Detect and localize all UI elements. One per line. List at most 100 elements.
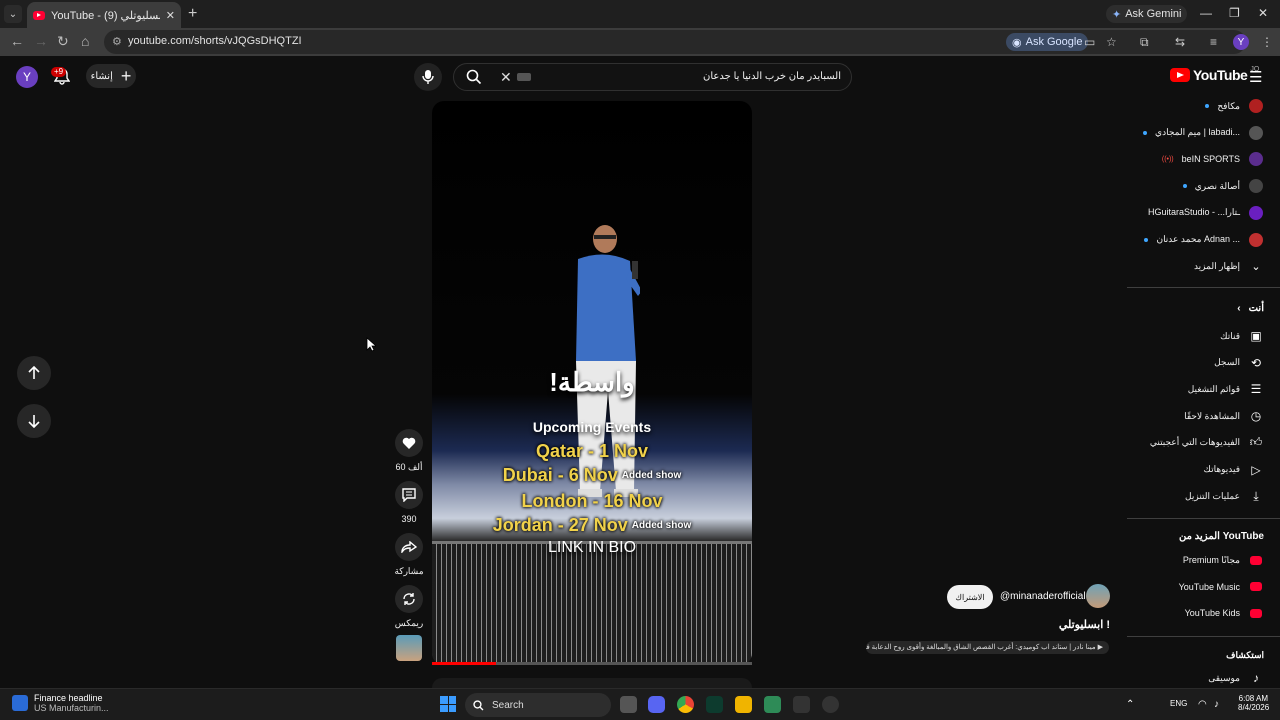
minimize-icon[interactable]: — (1200, 6, 1212, 20)
sidebar-more-item[interactable]: YouTube Kids (1185, 601, 1264, 625)
new-tab-button[interactable]: + (188, 5, 197, 23)
tray-overflow-icon[interactable]: ⌃ (1126, 699, 1134, 710)
event-line: Qatar - 1 Nov (432, 441, 752, 462)
sidebar-you-item[interactable]: الفيديوهات التي أعجبتني 👍︎ (1150, 431, 1264, 455)
remix-button[interactable] (395, 585, 423, 613)
sidebar-item-label: عمليات التنزيل (1185, 490, 1240, 501)
youtube-logo[interactable]: YouTube JO (1170, 66, 1259, 83)
remix-action[interactable]: ريمكس (395, 585, 423, 629)
restore-icon[interactable]: ❐ (1229, 6, 1240, 20)
guide-menu-icon[interactable]: ☰ (1249, 68, 1262, 86)
share-label: مشاركة (394, 566, 424, 576)
sidebar-subscription[interactable]: ميم المجادي | labadi... (1143, 121, 1264, 145)
search-icon[interactable] (466, 69, 482, 88)
sidebar-you-item[interactable]: فيديوهاتك ▷ (1204, 458, 1264, 482)
clock-icon: ◷ (1250, 409, 1262, 424)
file-explorer-icon[interactable] (735, 696, 752, 713)
video-progress-bar[interactable] (432, 662, 752, 665)
play-box-icon: ▷ (1251, 462, 1261, 477)
sidebar-more-item[interactable]: Premium مجانًا (1183, 548, 1264, 572)
terminal-app-icon[interactable] (706, 696, 723, 713)
sidebar-you-item[interactable]: السجل ⟲ (1214, 351, 1264, 375)
link-in-bio: LINK IN BIO (547, 539, 637, 556)
active-tab[interactable]: YouTube - ابسليوتلي (9) l ✕ (27, 2, 181, 28)
clock[interactable]: 6:08 AM 8/4/2026 (1238, 694, 1269, 712)
share-button[interactable] (395, 533, 423, 561)
audio-source-thumbnail[interactable] (396, 635, 422, 661)
sidebar-explore-item[interactable]: موسيقى ♪ (1208, 666, 1264, 690)
discord-icon[interactable] (648, 696, 665, 713)
voice-search-button[interactable] (414, 63, 442, 91)
site-info-icon[interactable]: ⚙ (112, 35, 122, 48)
sidebar-subscription[interactable]: أصالة نصري (1182, 174, 1264, 198)
music-attribution-pill[interactable]: ▶ مينا نادر | ستاند اب كوميدي: أغرب القص… (866, 641, 1109, 654)
sidebar-show-more[interactable]: إظهار المزيد ⌄ (1194, 254, 1264, 278)
extensions-icon[interactable]: ⧉ (1140, 35, 1149, 50)
event-line: Dubai - 6 Nov Added show (432, 465, 752, 486)
close-window-icon[interactable]: ✕ (1258, 6, 1268, 20)
tab-search-button[interactable]: ⌄ (4, 5, 22, 23)
sidebar-item-label: ميم المجادي | labadi... (1155, 127, 1240, 138)
ask-google-button[interactable]: ◉ Ask Google (1006, 33, 1089, 51)
volume-icon[interactable]: ♪ (1214, 699, 1219, 710)
sidebar-subscription[interactable]: ((•)) beIN SPORTS (1162, 147, 1264, 171)
forward-icon[interactable]: → (34, 33, 48, 49)
search-box[interactable]: ✕ السبايدر مان خرب الدنيا يا جدعان (453, 63, 852, 91)
sidebar-you-header[interactable]: ‹ أنت (1237, 303, 1264, 314)
sidebar-more-item[interactable]: YouTube Music (1179, 575, 1264, 599)
store-app-icon[interactable] (764, 696, 781, 713)
sidebar-divider (1127, 636, 1280, 637)
news-widget[interactable]: Finance headline US Manufacturin... (12, 693, 109, 713)
back-icon[interactable]: ← (10, 33, 24, 49)
previous-short-button[interactable] (17, 356, 51, 390)
language-indicator[interactable]: ENG (1170, 699, 1187, 708)
next-short-button[interactable] (17, 404, 51, 438)
arrow-up-icon (28, 366, 40, 379)
channel-handle[interactable]: @minanaderofficial (1000, 591, 1086, 602)
account-avatar[interactable]: Y (16, 66, 38, 88)
sidebar-subscription[interactable]: محمد عدنان Adnan ... (1144, 228, 1264, 252)
added-show-tag: Added show (621, 470, 682, 482)
tab-close-icon[interactable]: ✕ (166, 9, 175, 22)
chrome-icon[interactable] (677, 696, 694, 713)
shorts-video-player[interactable]: !واسطة Upcoming Events Qatar - 1 Nov Duba… (432, 101, 752, 665)
address-bar[interactable]: ⚙ youtube.com/shorts/vJQGsDHQTZI ◉ Ask G… (104, 30, 1246, 54)
sidebar-you-item[interactable]: قوائم التشغيل ☰ (1188, 377, 1264, 401)
browser-profile-avatar[interactable]: Y (1233, 34, 1249, 50)
sidebar-you-item[interactable]: قناتك ▣ (1220, 324, 1264, 348)
like-action[interactable]: 60 ألف (395, 429, 423, 473)
network-icon[interactable]: ◠ (1198, 699, 1207, 710)
ask-gemini-button[interactable]: ✦ Ask Gemini (1106, 5, 1188, 23)
comment-action[interactable]: 390 (395, 481, 423, 524)
share-action[interactable]: مشاركة (394, 533, 424, 577)
home-icon[interactable]: ⌂ (81, 33, 89, 49)
cast-icon[interactable]: ▭ (1084, 35, 1095, 49)
bookmark-star-icon[interactable]: ☆ (1106, 35, 1117, 49)
media-controls-icon[interactable]: ≡ (1210, 35, 1217, 49)
windows-start-icon[interactable] (440, 696, 456, 712)
history-icon: ⟲ (1250, 355, 1262, 370)
sidebar-you-item[interactable]: عمليات التنزيل ⤓ (1185, 484, 1264, 508)
reload-icon[interactable]: ↻ (57, 33, 69, 50)
translate-icon[interactable]: ⇆ (1175, 35, 1185, 49)
create-button[interactable]: إنشاء + (86, 64, 136, 88)
app-icon[interactable] (793, 696, 810, 713)
clear-search-icon[interactable]: ✕ (500, 69, 512, 86)
news-widget-icon (12, 695, 28, 711)
sidebar-subscription[interactable]: مكافح (1205, 94, 1264, 118)
comment-button[interactable] (395, 481, 423, 509)
person-box-icon: ▣ (1250, 329, 1262, 343)
sidebar-you-item[interactable]: المشاهدة لاحقًا ◷ (1184, 404, 1264, 428)
browser-menu-icon[interactable]: ⋮ (1261, 35, 1273, 49)
like-button[interactable] (395, 429, 423, 457)
taskbar-search[interactable]: Search (465, 693, 611, 717)
subscribe-button[interactable]: الاشتراك (947, 585, 993, 609)
sidebar-item-label: YouTube Music (1178, 581, 1240, 592)
task-view-icon[interactable] (620, 696, 637, 713)
sidebar-subscription[interactable]: HGuitaraStudio - ...ـتارا (1148, 201, 1264, 225)
music-note-icon: ♪ (1253, 671, 1259, 685)
search-input[interactable]: السبايدر مان خرب الدنيا يا جدعان (703, 71, 841, 82)
channel-avatar[interactable] (1086, 584, 1110, 608)
steam-icon[interactable] (822, 696, 839, 713)
keyboard-icon[interactable] (517, 73, 531, 81)
